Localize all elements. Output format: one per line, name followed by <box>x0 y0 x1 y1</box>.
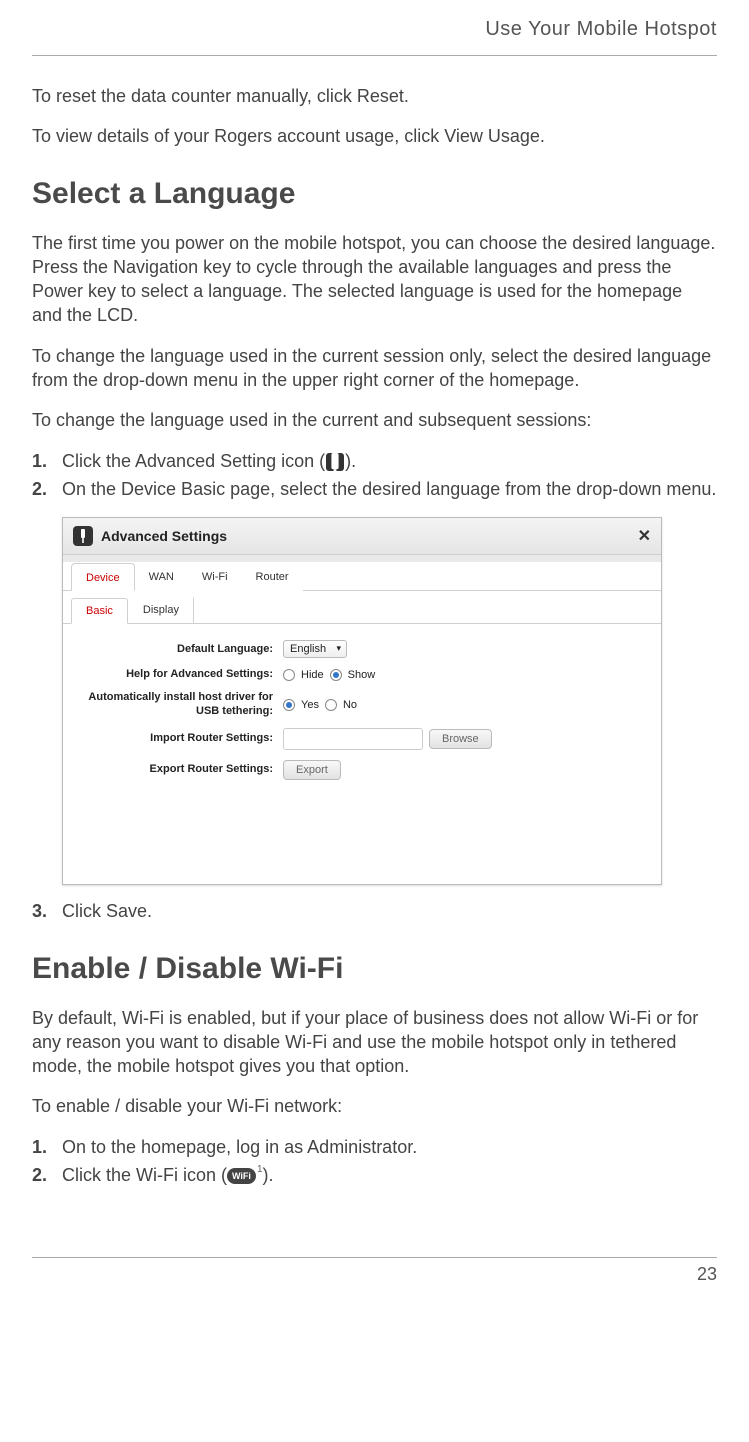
lang-step-3: Click Save. <box>32 899 717 923</box>
radio-help-hide[interactable] <box>283 669 295 681</box>
label-help-advanced: Help for Advanced Settings: <box>73 668 283 681</box>
wifi-step-1: On to the homepage, log in as Administra… <box>32 1135 717 1159</box>
lang-steps-list: Click the Advanced Setting icon ( ). On … <box>32 449 717 502</box>
lang-step-2: On the Device Basic page, select the des… <box>32 477 717 501</box>
tab-wan[interactable]: WAN <box>135 563 188 591</box>
row-auto-install: Automatically install host driver for US… <box>73 691 651 717</box>
row-default-language: Default Language: English <box>73 640 651 658</box>
lang-p2: To change the language used in the curre… <box>32 344 717 393</box>
subtab-display[interactable]: Display <box>128 597 194 623</box>
lang-steps-list-cont: Click Save. <box>32 899 717 923</box>
tab-device[interactable]: Device <box>71 563 135 591</box>
adv-title-icon <box>73 526 93 546</box>
radio-auto-no[interactable] <box>325 699 337 711</box>
wifi-step-2-pre: Click the Wi-Fi icon ( <box>62 1165 227 1185</box>
adv-form: Default Language: English Help for Advan… <box>63 624 661 884</box>
lang-step-1: Click the Advanced Setting icon ( ). <box>32 449 717 473</box>
row-import-settings: Import Router Settings: Browse <box>73 728 651 750</box>
label-import-settings: Import Router Settings: <box>73 732 283 745</box>
radio-label-no: No <box>343 699 357 711</box>
adv-sub-tabs: Basic Display <box>63 591 661 624</box>
lang-step-1-post: ). <box>345 451 356 471</box>
export-button[interactable]: Export <box>283 760 341 780</box>
label-default-language: Default Language: <box>73 643 283 656</box>
row-help-advanced: Help for Advanced Settings: Hide Show <box>73 668 651 681</box>
radio-label-hide: Hide <box>301 669 324 681</box>
subtab-basic[interactable]: Basic <box>71 598 128 624</box>
lang-p1: The first time you power on the mobile h… <box>32 231 717 328</box>
wifi-p1: By default, Wi-Fi is enabled, but if you… <box>32 1006 717 1079</box>
select-language-heading: Select a Language <box>32 177 717 211</box>
wifi-icon: WiFi <box>227 1168 256 1184</box>
radio-auto-yes[interactable] <box>283 699 295 711</box>
intro-usage-text: To view details of your Rogers account u… <box>32 124 717 148</box>
intro-reset-text: To reset the data counter manually, clic… <box>32 84 717 108</box>
radio-label-yes: Yes <box>301 699 319 711</box>
browse-button[interactable]: Browse <box>429 729 492 749</box>
page-number: 23 <box>32 1258 717 1297</box>
adv-main-tabs: Device WAN Wi-Fi Router <box>63 561 661 591</box>
label-export-settings: Export Router Settings: <box>73 763 283 776</box>
wifi-steps-list: On to the homepage, log in as Administra… <box>32 1135 717 1188</box>
default-language-select[interactable]: English <box>283 640 347 658</box>
advanced-settings-window: Advanced Settings ✕ Device WAN Wi-Fi Rou… <box>62 517 662 885</box>
wifi-step-2: Click the Wi-Fi icon (WiFi1). <box>32 1163 717 1187</box>
adv-title-text: Advanced Settings <box>101 528 227 544</box>
row-export-settings: Export Router Settings: Export <box>73 760 651 780</box>
page-header-title: Use Your Mobile Hotspot <box>32 10 717 55</box>
lang-step-1-pre: Click the Advanced Setting icon ( <box>62 451 325 471</box>
tab-router[interactable]: Router <box>242 563 303 591</box>
close-icon[interactable]: ✕ <box>638 526 651 546</box>
lang-p3: To change the language used in the curre… <box>32 408 717 432</box>
advanced-settings-icon <box>326 453 344 471</box>
radio-help-show[interactable] <box>330 669 342 681</box>
header-divider <box>32 55 717 56</box>
radio-label-show: Show <box>348 669 376 681</box>
tab-wifi[interactable]: Wi-Fi <box>188 563 242 591</box>
adv-titlebar: Advanced Settings ✕ <box>63 518 661 555</box>
import-path-input[interactable] <box>283 728 423 750</box>
label-auto-install: Automatically install host driver for US… <box>73 691 283 717</box>
wifi-p2: To enable / disable your Wi-Fi network: <box>32 1094 717 1118</box>
wifi-step-2-post: ). <box>263 1165 274 1185</box>
enable-disable-wifi-heading: Enable / Disable Wi-Fi <box>32 952 717 986</box>
